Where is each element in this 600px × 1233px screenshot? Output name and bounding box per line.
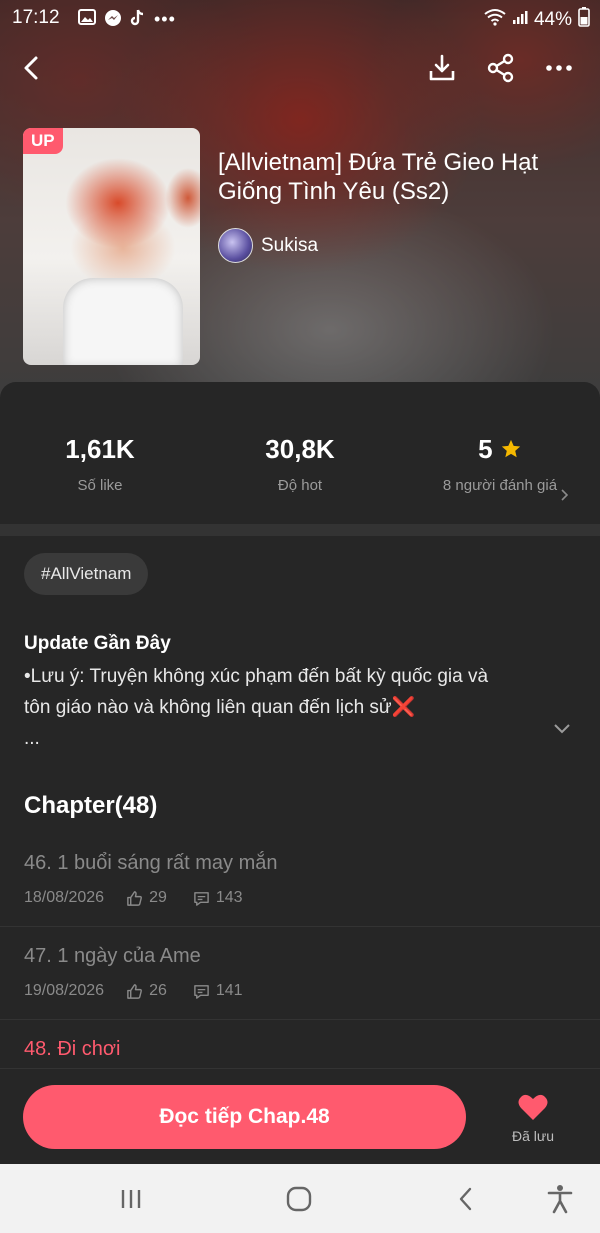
book-cover[interactable]: UP bbox=[23, 128, 200, 365]
wifi-icon bbox=[484, 8, 506, 32]
saved-label: Đã lưu bbox=[511, 1128, 555, 1144]
star-icon bbox=[501, 439, 521, 458]
status-bar: 17:12 ••• 44% bbox=[0, 0, 600, 36]
stats-row: 1,61K Số like 30,8K Độ hot 5 8 người đán… bbox=[0, 382, 600, 522]
signal-icon bbox=[512, 9, 528, 31]
notification-icons: ••• bbox=[78, 9, 176, 32]
update-description: •Lưu ý: Truyện không xúc phạm đến bất kỳ… bbox=[24, 661, 544, 754]
chevron-down-icon bbox=[554, 724, 570, 734]
stat-likes-label: Số like bbox=[77, 477, 123, 494]
chapter-meta: 19/08/2026 26 141 bbox=[24, 982, 243, 1000]
stat-likes: 1,61K Số like bbox=[0, 434, 200, 494]
expand-button[interactable] bbox=[553, 722, 571, 740]
stat-hot-value: 30,8K bbox=[265, 434, 335, 464]
stat-rating[interactable]: 5 8 người đánh giá bbox=[400, 434, 600, 501]
content-panel: 1,61K Số like 30,8K Độ hot 5 8 người đán… bbox=[0, 382, 600, 1172]
cover-artwork bbox=[63, 278, 183, 365]
stat-rating-value: 5 bbox=[478, 434, 493, 464]
system-back-button[interactable] bbox=[446, 1182, 486, 1216]
share-button[interactable] bbox=[481, 48, 521, 88]
comment-icon bbox=[194, 984, 209, 999]
update-title: Update Gần Đây bbox=[24, 633, 171, 654]
update-ellipsis: ... bbox=[24, 728, 40, 749]
battery-icon bbox=[578, 7, 590, 33]
back-button[interactable] bbox=[12, 48, 52, 88]
author-avatar bbox=[218, 228, 253, 263]
more-notifications-icon: ••• bbox=[154, 9, 176, 29]
like-icon bbox=[127, 890, 143, 906]
system-back-icon bbox=[459, 1187, 472, 1211]
more-button[interactable] bbox=[539, 48, 579, 88]
section-divider bbox=[0, 524, 600, 536]
book-title: [Allvietnam] Đứa Trẻ Gieo Hạt Giống Tình… bbox=[218, 149, 539, 205]
accessibility-button[interactable] bbox=[540, 1182, 580, 1216]
tiktok-icon bbox=[130, 9, 146, 32]
stat-hot-label: Độ hot bbox=[277, 477, 323, 494]
like-icon bbox=[127, 983, 143, 999]
heart-icon bbox=[518, 1094, 548, 1120]
download-button[interactable] bbox=[422, 48, 462, 88]
chapter-comments: 141 bbox=[215, 982, 243, 999]
bottom-action-bar: Đọc tiếp Chap.48 Đã lưu bbox=[0, 1068, 600, 1165]
chapter-title: 48. Đi chơi bbox=[24, 1038, 121, 1060]
recent-apps-button[interactable] bbox=[111, 1182, 151, 1216]
chapter-item[interactable]: 47. 1 ngày của Ame 19/08/2026 26 141 bbox=[0, 927, 600, 1020]
chapter-item[interactable]: 46. 1 buổi sáng rất may mắn 18/08/2026 2… bbox=[0, 834, 600, 927]
recent-apps-icon bbox=[121, 1190, 141, 1208]
saved-button[interactable]: Đã lưu bbox=[497, 1093, 569, 1144]
status-time: 17:12 bbox=[12, 7, 60, 28]
stat-hot: 30,8K Độ hot bbox=[200, 434, 400, 494]
top-bar bbox=[0, 48, 600, 88]
accessibility-icon bbox=[547, 1185, 573, 1214]
author-name: Sukisa bbox=[261, 234, 319, 256]
download-icon bbox=[429, 54, 455, 81]
chapters-heading: Chapter(48) bbox=[24, 792, 158, 819]
chapter-date: 18/08/2026 bbox=[24, 889, 105, 906]
update-line-1: •Lưu ý: Truyện không xúc phạm đến bất kỳ… bbox=[24, 666, 489, 687]
stat-likes-value: 1,61K bbox=[65, 434, 135, 464]
chapter-comments: 143 bbox=[215, 889, 243, 906]
gallery-icon bbox=[78, 9, 96, 32]
home-button[interactable] bbox=[279, 1182, 319, 1216]
chapter-title: 46. 1 buổi sáng rất may mắn bbox=[24, 852, 278, 874]
chapter-date: 19/08/2026 bbox=[24, 982, 105, 999]
chapter-likes: 29 bbox=[149, 889, 167, 906]
chapter-likes: 26 bbox=[149, 982, 167, 999]
battery-percent: 44% bbox=[533, 9, 572, 30]
comment-icon bbox=[194, 891, 209, 906]
messenger-icon bbox=[104, 9, 122, 32]
home-icon bbox=[286, 1186, 312, 1212]
share-icon bbox=[487, 53, 514, 83]
back-arrow-icon bbox=[24, 56, 38, 80]
system-nav-bar bbox=[0, 1164, 600, 1233]
stat-rating-label: 8 người đánh giá bbox=[442, 477, 558, 494]
update-line-2: tôn giáo nào và không liên quan đến lịch… bbox=[24, 697, 416, 718]
chapter-title: 47. 1 ngày của Ame bbox=[24, 945, 201, 967]
up-badge: UP bbox=[23, 128, 63, 154]
tag-chip[interactable]: #AllVietnam bbox=[24, 553, 149, 595]
continue-reading-button[interactable]: Đọc tiếp Chap.48 bbox=[23, 1085, 466, 1149]
chapter-meta: 18/08/2026 29 143 bbox=[24, 889, 243, 907]
stat-rating-value-row: 5 bbox=[400, 434, 600, 465]
more-icon bbox=[546, 65, 572, 71]
author-link[interactable]: Sukisa bbox=[218, 228, 318, 263]
chevron-right-icon bbox=[561, 489, 569, 501]
